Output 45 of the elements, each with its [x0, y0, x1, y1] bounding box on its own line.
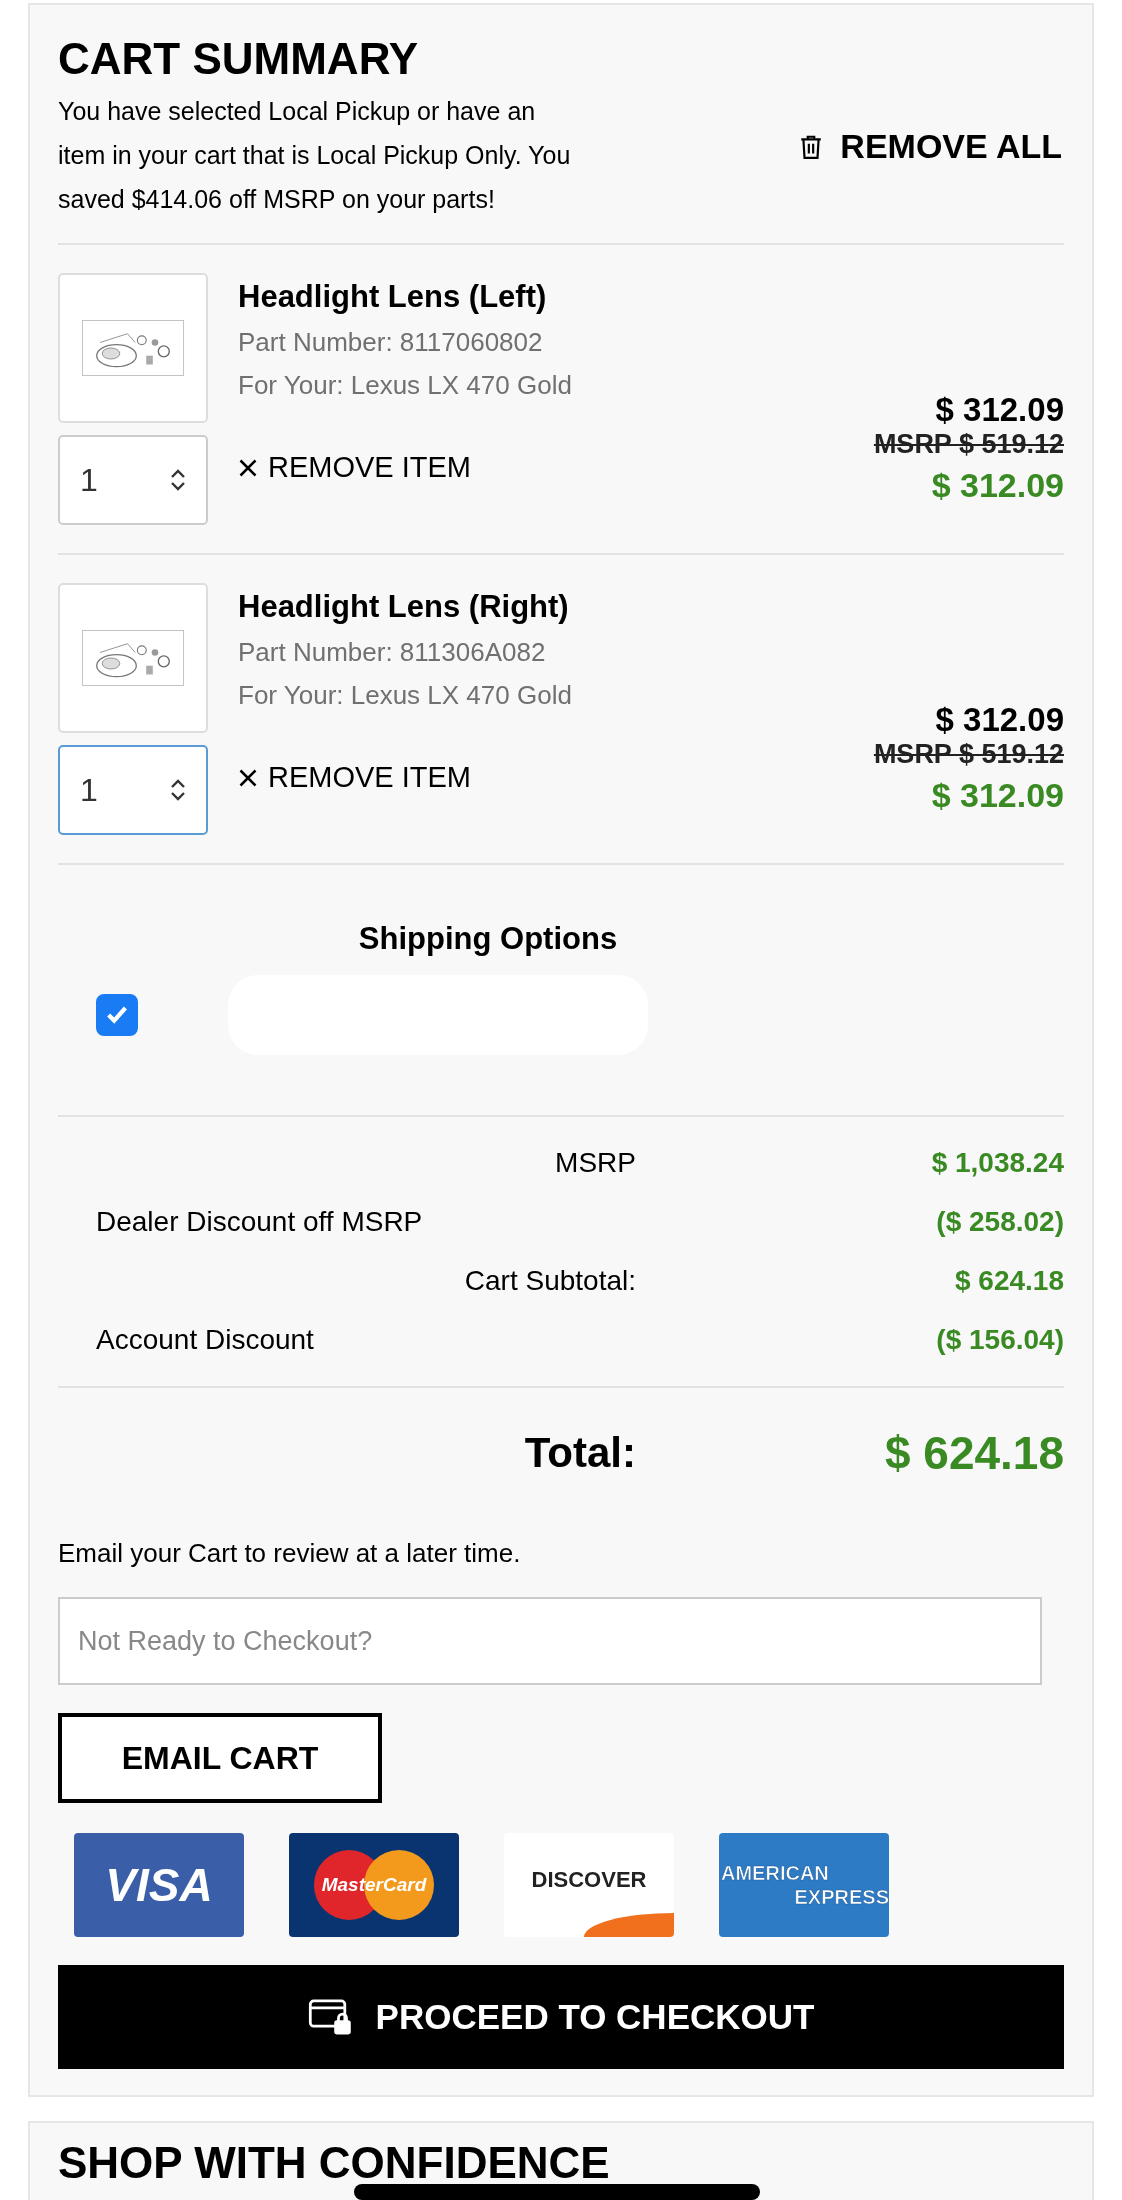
pickup-notice: You have selected Local Pickup or have an item in your cart that is Local Pickup Only. You saved $414.06 off MSRP on your parts!: [58, 96, 572, 215]
total-label: Total:: [523, 1429, 636, 1477]
close-icon: [238, 457, 258, 478]
total-value: $ 624.18: [884, 1426, 1064, 1480]
mastercard-logo: MasterCard: [289, 1833, 459, 1937]
vehicle-label: For Your: Lexus LX 470 Gold: [238, 680, 573, 711]
email-cart-button[interactable]: EMAIL CART: [58, 1713, 382, 1803]
remove-all-button[interactable]: REMOVE ALL: [796, 127, 1064, 166]
cart-title: CART SUMMARY: [58, 33, 420, 85]
summary-label: Dealer Discount off MSRP: [95, 1206, 424, 1238]
summary-value: $ 1,038.24: [931, 1147, 1064, 1179]
unit-price: $ 312.09: [935, 701, 1064, 739]
remove-item-button[interactable]: REMOVE ITEM: [238, 761, 471, 794]
sale-price: $ 312.09: [931, 466, 1064, 505]
shipping-title: Shipping Options: [357, 921, 619, 957]
section-title: SHOP WITH CONFIDENCE: [58, 2137, 611, 2189]
email-prompt: Email your Cart to review at a later time.: [58, 1538, 522, 1569]
summary-label: MSRP: [554, 1147, 636, 1179]
summary-value: $ 624.18: [955, 1265, 1064, 1297]
sale-price: $ 312.09: [931, 776, 1064, 815]
part-number: Part Number: 811306A082: [238, 637, 547, 668]
remove-item-button[interactable]: REMOVE ITEM: [238, 451, 471, 484]
quantity-field[interactable]: 1: [58, 435, 208, 525]
shipping-checkbox[interactable]: [96, 994, 138, 1036]
summary-value: ($ 258.02): [936, 1206, 1064, 1238]
summary-label: Account Discount: [95, 1324, 315, 1356]
unit-price: $ 312.09: [935, 391, 1064, 429]
vehicle-label: For Your: Lexus LX 470 Gold: [238, 370, 573, 401]
discover-logo: DISCOVER: [504, 1833, 674, 1937]
secure-card-icon: [307, 1998, 354, 2036]
product-name: Headlight Lens (Left): [238, 279, 548, 315]
summary-value: ($ 156.04): [936, 1324, 1064, 1356]
checkout-button[interactable]: PROCEED TO CHECKOUT: [58, 1965, 1064, 2069]
stepper-icon: [170, 468, 186, 492]
msrp-price: MSRP $ 519.12: [873, 739, 1064, 770]
close-icon: [238, 767, 258, 788]
product-name: Headlight Lens (Right): [238, 589, 570, 625]
summary-label: Cart Subtotal:: [463, 1265, 636, 1297]
stepper-icon: [170, 778, 186, 802]
part-number: Part Number: 8117060802: [238, 327, 544, 358]
visa-logo: VISA: [74, 1833, 244, 1937]
msrp-price: MSRP $ 519.12: [873, 429, 1064, 460]
email-field[interactable]: Not Ready to Checkout?: [58, 1597, 1042, 1685]
amex-logo: AMERICAN EXPRESS: [719, 1833, 889, 1937]
quantity-field[interactable]: 1: [58, 745, 208, 835]
